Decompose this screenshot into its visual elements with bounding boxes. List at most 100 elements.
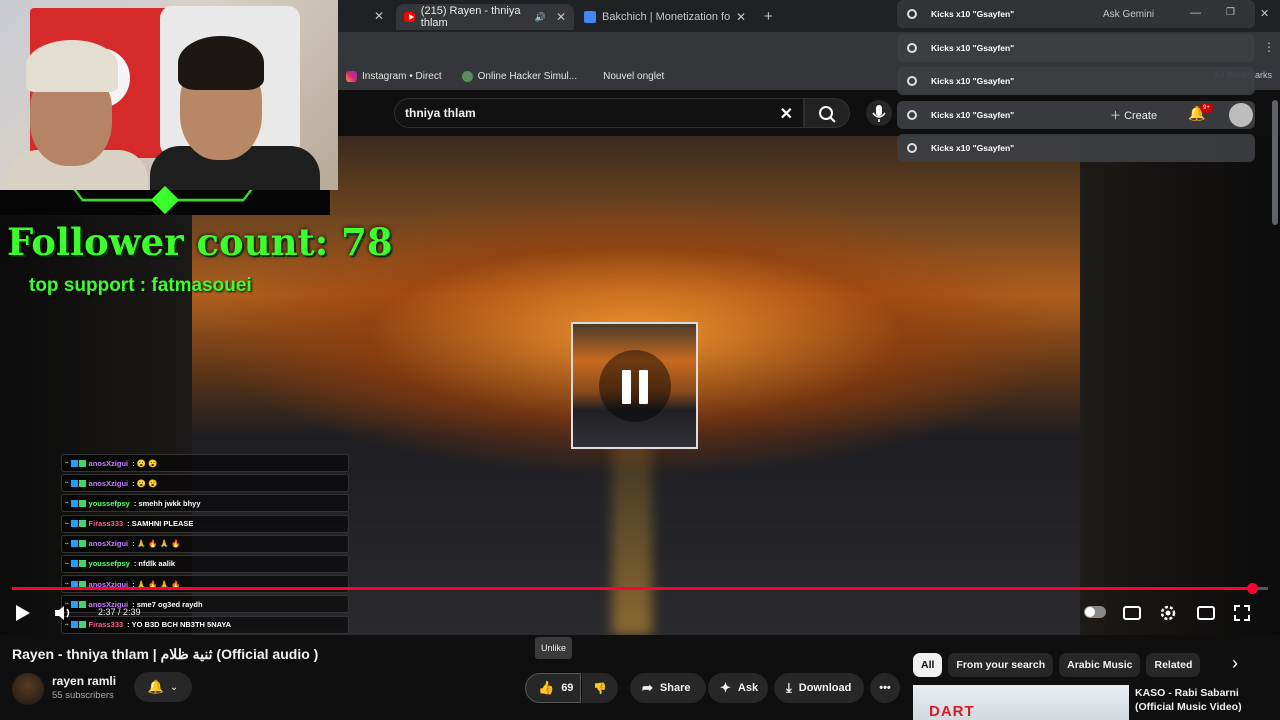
chip-all[interactable]: All xyxy=(913,653,943,677)
tab-title: (215) Rayen - thniya thlam xyxy=(420,5,521,29)
chat-text: : smehh jwkk bhyy xyxy=(133,498,201,508)
close-icon[interactable] xyxy=(907,76,917,86)
thumbs-down-icon: 👎 xyxy=(593,682,607,695)
chat-text: : sme7 og3ed raydh xyxy=(132,599,203,609)
subscriber-count: 55 subscribers xyxy=(52,690,114,701)
tab-title: Bakchich | Monetization for afr xyxy=(602,11,730,23)
chat-message: ▪▪ youssefpsy: smehh jwkk bhyy xyxy=(61,494,349,513)
clear-search-icon[interactable]: ✕ xyxy=(780,104,793,124)
volume-icon[interactable] xyxy=(54,606,72,620)
chevron-down-icon: ⌄ xyxy=(169,681,179,693)
chat-username: Firass333 xyxy=(88,620,124,629)
ask-button[interactable]: ✦ Ask xyxy=(708,673,768,703)
channel-avatar[interactable] xyxy=(12,673,44,705)
badge-icon xyxy=(78,459,86,467)
share-button[interactable]: ➦ Share xyxy=(630,673,706,703)
chat-username: anosXzigui xyxy=(88,478,129,488)
streamer-right xyxy=(150,36,320,190)
subtitles-icon[interactable] xyxy=(1123,606,1141,620)
badge-icon xyxy=(78,560,86,568)
autoplay-toggle[interactable] xyxy=(1084,606,1106,618)
video-title: Rayen - thniya thlam | ثنية ظلام (Offici… xyxy=(12,646,319,662)
tab-close-icon[interactable]: ✕ xyxy=(736,10,746,24)
badge-icon xyxy=(70,621,78,628)
progress-knob[interactable] xyxy=(1246,583,1258,594)
bookmark-label: Online Hacker Simul... xyxy=(477,70,578,82)
fullscreen-icon[interactable] xyxy=(1234,605,1250,621)
window-close-icon[interactable]: ✕ xyxy=(1260,7,1269,20)
bookmark-new-tab[interactable]: Nouvel onglet xyxy=(597,71,664,82)
recommended-thumbnail[interactable]: DART xyxy=(913,685,1129,720)
create-button[interactable]: ＋ Create xyxy=(1110,107,1157,123)
bookmark-hacker[interactable]: Online Hacker Simul... xyxy=(461,70,578,82)
badge-icon xyxy=(78,621,86,628)
like-button[interactable]: 👍 69 xyxy=(525,673,581,703)
restore-icon[interactable]: ❐ xyxy=(1226,7,1235,18)
tab-close-icon[interactable]: ✕ xyxy=(374,9,384,23)
instagram-icon xyxy=(346,70,357,82)
download-button[interactable]: ⤓ Download xyxy=(774,673,864,703)
timestamp-icon: ▪▪ xyxy=(65,520,69,527)
tab-youtube[interactable]: (215) Rayen - thniya thlam 🔊 ✕ xyxy=(396,4,574,30)
ask-gemini[interactable]: Ask Gemini xyxy=(1103,9,1154,20)
close-icon[interactable] xyxy=(907,42,917,53)
unlike-tooltip: Unlike xyxy=(535,637,573,659)
menu-dots-icon[interactable]: ⋮ xyxy=(1263,40,1275,54)
chevron-right-icon[interactable]: › xyxy=(1232,653,1252,674)
progress-fill xyxy=(12,587,1252,590)
search-button[interactable] xyxy=(804,98,850,128)
bookmark-instagram[interactable]: Instagram • Direct xyxy=(346,70,442,82)
search-input[interactable]: thniya thlam ✕ xyxy=(394,98,804,128)
timestamp-icon: ▪▪ xyxy=(65,480,69,487)
theater-mode-icon[interactable] xyxy=(1197,606,1215,620)
badge-icon xyxy=(78,499,86,507)
progress-bar[interactable] xyxy=(12,583,1268,594)
recommended-title[interactable]: KASO - Rabi Sabarni (Official Music Vide… xyxy=(1135,686,1275,714)
share-label: Share xyxy=(659,682,691,694)
video-details: Rayen - thniya thlam | ثنية ظلام (Offici… xyxy=(0,635,1280,720)
ask-label: Ask xyxy=(737,682,759,694)
play-icon[interactable] xyxy=(16,605,30,621)
close-icon[interactable] xyxy=(907,109,917,120)
chat-message: ▪▪ Firass333: YO B3D BCH NB3TH 5NAYA xyxy=(61,615,349,634)
notification-toast[interactable]: Kicks x10 "Gsayfen" xyxy=(897,0,1255,28)
chat-message: ▪▪ youssefpsy: nfdlk aalik xyxy=(61,554,349,573)
chat-username: youssefpsy xyxy=(88,559,130,569)
chat-message: ▪▪ Firass333: SAMHNI PLEASE xyxy=(61,514,349,533)
scrollbar[interactable] xyxy=(1272,100,1278,225)
download-icon: ⤓ xyxy=(786,680,792,695)
more-actions-button[interactable]: ••• xyxy=(870,673,900,703)
voice-search-button[interactable] xyxy=(866,100,892,126)
youtube-favicon-icon xyxy=(404,12,415,22)
channel-name[interactable]: rayen ramli xyxy=(52,674,116,688)
chip-from-search[interactable]: From your search xyxy=(948,653,1054,677)
mic-icon xyxy=(872,105,886,122)
tab-bakchich[interactable]: Bakchich | Monetization for afr ✕ xyxy=(576,4,754,30)
tab-close-icon[interactable]: ✕ xyxy=(556,10,566,24)
hair xyxy=(178,36,264,90)
notification-toast[interactable]: Kicks x10 "Gsayfen" xyxy=(897,134,1255,162)
account-avatar[interactable] xyxy=(1229,103,1253,127)
dislike-button[interactable]: 👎 xyxy=(582,673,618,703)
close-icon[interactable] xyxy=(907,9,917,19)
subscribed-bell-button[interactable]: 🔔 ⌄ xyxy=(134,672,192,702)
chip-arabic-music[interactable]: Arabic Music xyxy=(1059,653,1141,677)
minimize-icon[interactable]: — xyxy=(1190,7,1201,19)
badge-icon xyxy=(70,499,78,507)
notification-toast[interactable]: Kicks x10 "Gsayfen" xyxy=(897,33,1255,62)
speaker-icon[interactable]: 🔊 xyxy=(535,12,546,23)
new-tab-icon[interactable]: + xyxy=(764,8,773,25)
close-icon[interactable] xyxy=(907,143,917,153)
notification-toast[interactable]: Kicks x10 "Gsayfen" xyxy=(897,67,1255,95)
chip-related[interactable]: Related xyxy=(1146,653,1201,677)
notification-text: Kicks x10 "Gsayfen" xyxy=(931,76,1015,86)
settings-icon[interactable] xyxy=(1159,604,1177,622)
globe-icon xyxy=(461,70,473,82)
bookmark-label: Nouvel onglet xyxy=(603,70,665,82)
follower-count: Follower count: 78 xyxy=(7,220,393,264)
badge-icon xyxy=(78,479,86,487)
road-glow xyxy=(612,435,652,635)
notification-stack: Kicks x10 "Gsayfen" Kicks x10 "Gsayfen" Ki… xyxy=(897,0,1255,168)
video-backdrop-right xyxy=(1080,90,1280,635)
pause-icon[interactable] xyxy=(599,350,671,422)
